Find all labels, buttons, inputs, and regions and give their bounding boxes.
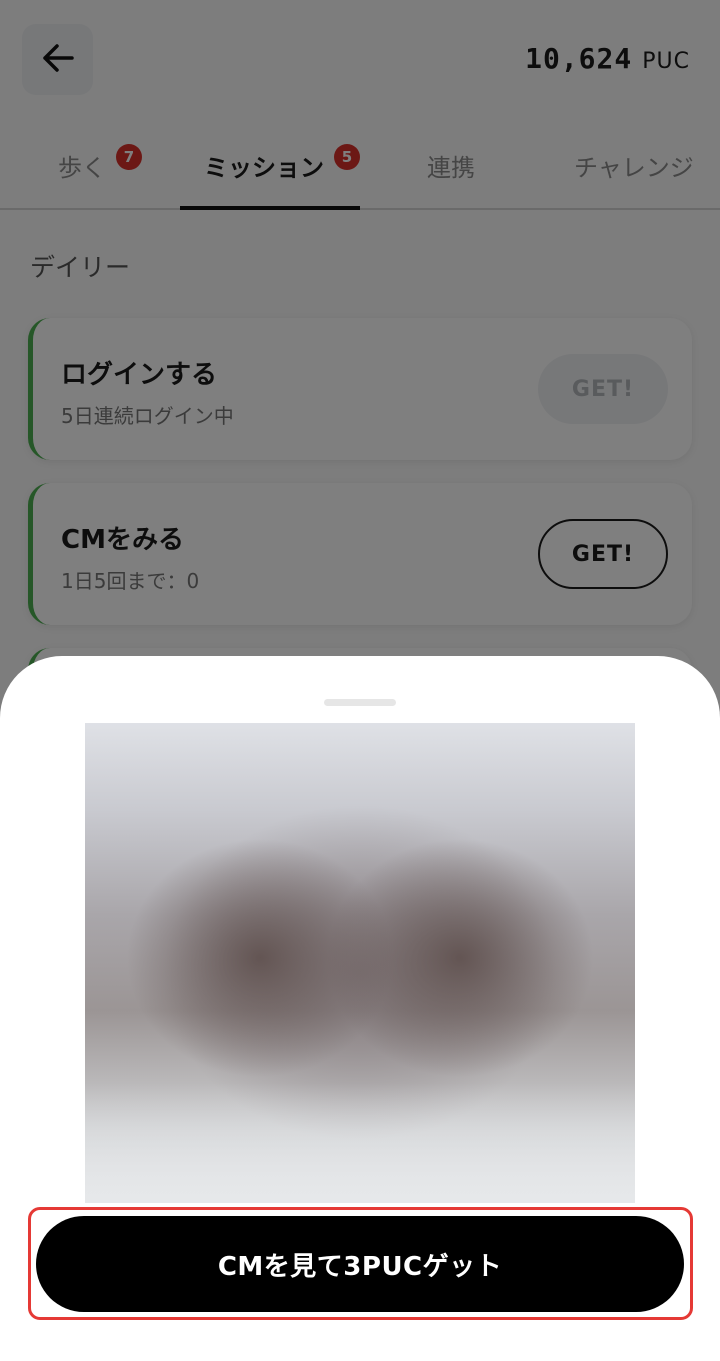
watch-cm-button[interactable]: CMを見て3PUCゲット xyxy=(36,1216,684,1312)
drag-handle[interactable] xyxy=(324,699,396,706)
bottom-sheet: CMを見て3PUCゲット xyxy=(0,656,720,1361)
ad-preview-image xyxy=(85,723,635,1203)
